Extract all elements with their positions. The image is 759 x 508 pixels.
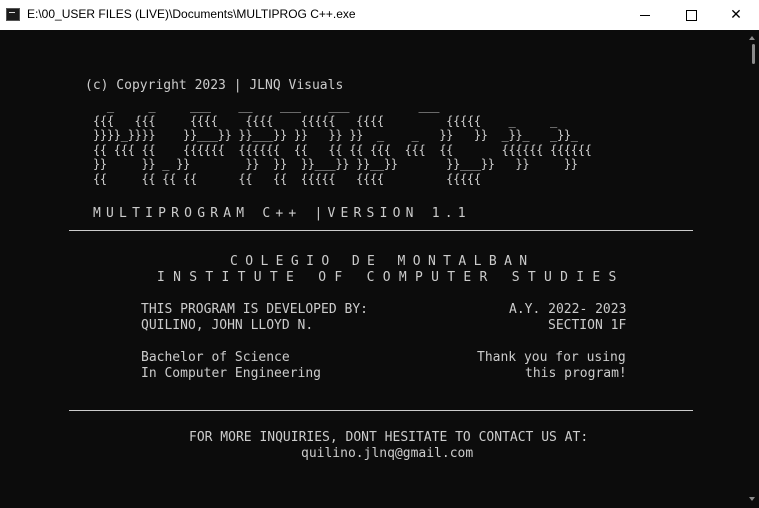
minimize-icon — [640, 14, 650, 16]
school-name: COLEGIO DE MONTALBAN — [230, 254, 535, 269]
scroll-up-arrow-icon[interactable] — [749, 36, 755, 40]
section-label: SECTION 1F — [548, 318, 627, 333]
degree-line-1: Bachelor of Science — [141, 350, 290, 365]
thanks-line-1: Thank you for using — [477, 350, 626, 365]
academic-year: A.Y. 2022- 2023 — [509, 302, 627, 317]
maximize-button[interactable] — [668, 0, 714, 30]
close-icon: ✕ — [730, 7, 742, 23]
inquiries-text: FOR MORE INQUIRIES, DONT HESITATE TO CON… — [189, 430, 589, 445]
close-button[interactable]: ✕ — [713, 0, 759, 30]
divider-bottom — [69, 410, 693, 411]
vertical-scrollbar[interactable] — [742, 30, 759, 508]
developer-name: QUILINO, JOHN LLOYD N. — [141, 318, 314, 333]
divider-top — [69, 230, 693, 231]
ascii-logo: _ _ ___ __ ___ ___ ___ {{{ {{{ {{{{ {{{{… — [93, 99, 592, 186]
title-bar[interactable]: E:\00_USER FILES (LIVE)\Documents\MULTIP… — [0, 0, 759, 30]
program-version-line: MULTIPROGRAM C++ |VERSION 1.1 — [93, 206, 471, 221]
thanks-line-2: this program! — [525, 366, 627, 381]
scroll-down-arrow-icon[interactable] — [749, 497, 755, 501]
copyright-text: (c) Copyright 2023 | JLNQ Visuals — [85, 78, 344, 93]
institute-name: INSTITUTE OF COMPUTER STUDIES — [157, 270, 625, 285]
window-title: E:\00_USER FILES (LIVE)\Documents\MULTIP… — [27, 7, 356, 21]
maximize-icon — [685, 9, 697, 21]
degree-line-2: In Computer Engineering — [141, 366, 322, 381]
console-app-icon — [6, 8, 20, 21]
minimize-button[interactable] — [622, 0, 668, 30]
developed-by-label: THIS PROGRAM IS DEVELOPED BY: — [141, 302, 368, 317]
contact-email: quilino.jlnq@gmail.com — [301, 446, 474, 461]
scrollbar-thumb[interactable] — [752, 44, 755, 64]
